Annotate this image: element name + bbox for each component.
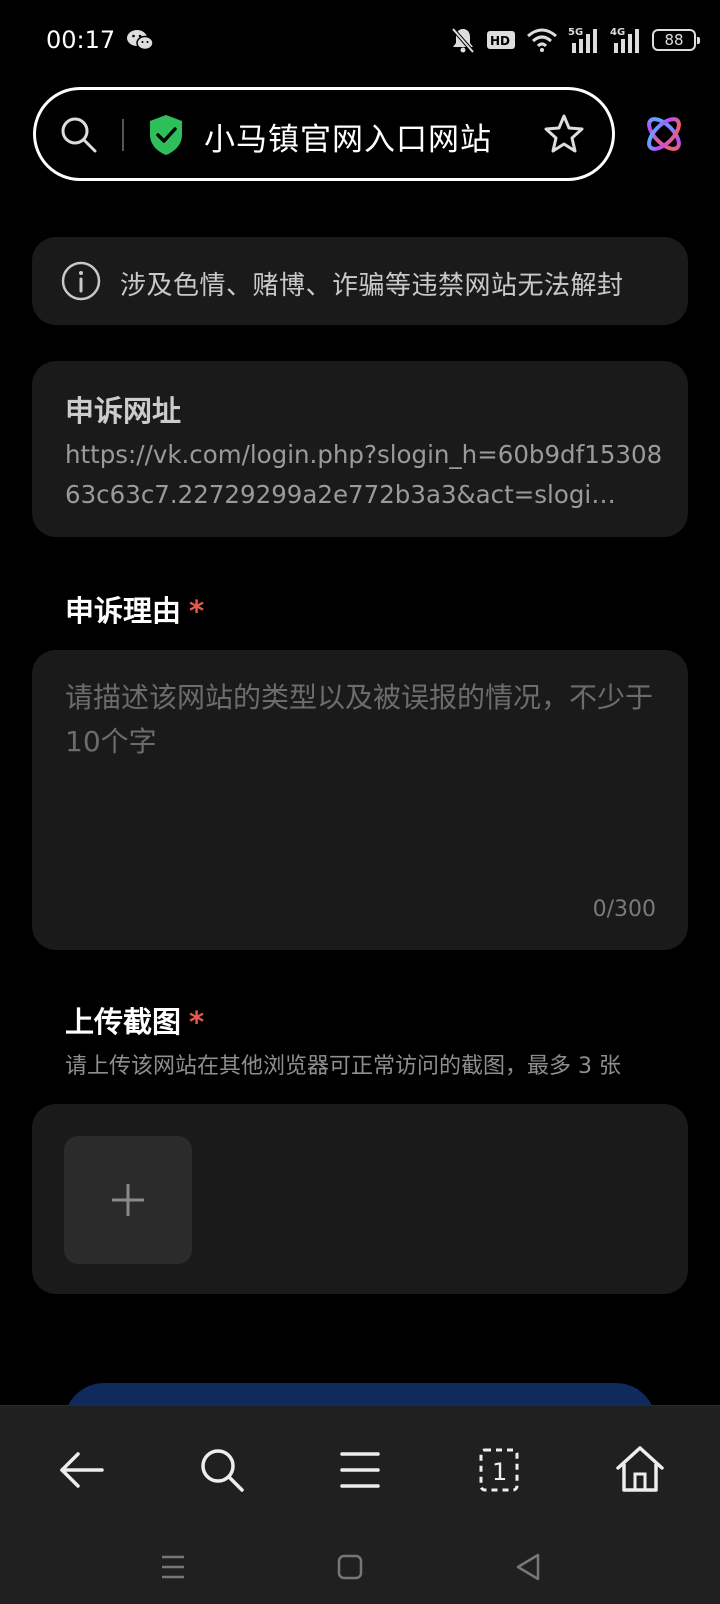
back-arrow-icon (60, 1452, 104, 1488)
tabs-icon: 1 (479, 1448, 519, 1492)
upload-label: 上传截图 (65, 1005, 182, 1039)
signal-4g-icon: 4G (610, 27, 639, 53)
star-icon[interactable] (542, 112, 586, 156)
system-back-button[interactable] (508, 1547, 548, 1587)
appeal-reason-label: 申诉理由 (65, 594, 182, 628)
menu-button[interactable] (332, 1442, 388, 1498)
menu-icon (340, 1452, 380, 1488)
appeal-url-card: 申诉网址 https://vk.com/login.php?slogin_h=6… (32, 361, 688, 537)
tabs-button[interactable]: 1 (471, 1442, 527, 1498)
home-square-icon (337, 1554, 363, 1580)
svg-text:4G: 4G (610, 27, 625, 38)
plus-icon (112, 1184, 144, 1216)
recents-button[interactable] (152, 1547, 192, 1587)
appeal-reason-heading: 申诉理由 * (65, 588, 204, 630)
home-button[interactable] (612, 1442, 668, 1498)
search-icon (201, 1449, 244, 1492)
tabs-count: 1 (492, 1458, 507, 1486)
shield-check-icon[interactable] (146, 113, 186, 157)
appeal-reason-box[interactable]: 0/300 (32, 650, 688, 950)
address-divider (122, 119, 124, 151)
signal-5g-icon: 5G (568, 27, 597, 53)
upload-area (32, 1104, 688, 1294)
notice-banner: 涉及色情、赌博、诈骗等违禁网站无法解封 (32, 237, 688, 325)
add-screenshot-button[interactable] (64, 1136, 192, 1264)
app-logo-icon[interactable] (642, 112, 686, 156)
back-triangle-icon (516, 1553, 540, 1581)
browser-toolbar: 1 (0, 1405, 720, 1530)
info-icon (61, 261, 101, 301)
search-icon[interactable] (58, 114, 98, 154)
mute-icon (451, 27, 475, 54)
upload-hint: 请上传该网站在其他浏览器可正常访问的截图，最多 3 张 (65, 1054, 621, 1079)
appeal-url-label: 申诉网址 (65, 394, 182, 428)
address-bar[interactable]: 小马镇官网入口网站 (33, 87, 615, 181)
address-title[interactable]: 小马镇官网入口网站 (204, 114, 492, 159)
required-mark: * (189, 594, 205, 628)
battery-level: 88 (664, 31, 684, 49)
system-home-button[interactable] (330, 1547, 370, 1587)
required-mark: * (189, 1005, 205, 1039)
svg-text:HD: HD (490, 34, 510, 48)
status-bar: 00:17 HD 5G 4G 88 (0, 0, 720, 82)
battery-icon: 88 (652, 29, 700, 51)
svg-text:5G: 5G (568, 27, 583, 38)
wifi-icon (527, 28, 557, 52)
back-button[interactable] (54, 1442, 110, 1498)
char-counter: 0/300 (592, 897, 656, 922)
recents-icon (162, 1555, 184, 1579)
wechat-icon (127, 30, 154, 51)
hd-icon: HD (487, 31, 515, 49)
home-icon (616, 1446, 664, 1492)
notice-text: 涉及色情、赌博、诈骗等违禁网站无法解封 (120, 271, 624, 301)
appeal-reason-input[interactable] (65, 676, 657, 876)
system-nav-bar (0, 1529, 720, 1604)
search-button[interactable] (194, 1442, 250, 1498)
appeal-url-value: https://vk.com/login.php?slogin_h=60b9df… (65, 440, 663, 509)
upload-heading: 上传截图 * (65, 999, 204, 1041)
status-time: 00:17 (46, 26, 116, 54)
